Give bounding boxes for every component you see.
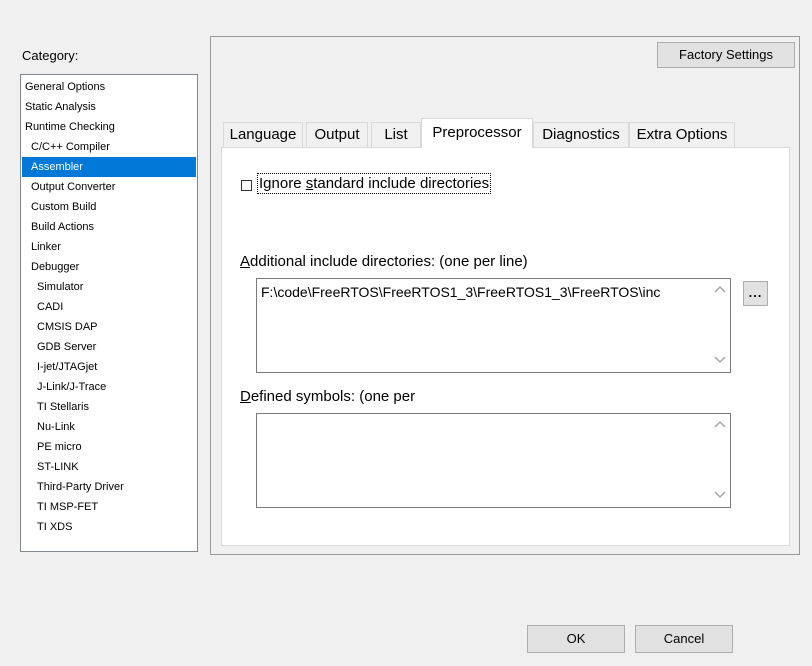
tab-extra-options[interactable]: Extra Options	[629, 122, 735, 147]
ignore-standard-include-checkbox[interactable]	[241, 180, 252, 191]
category-item-label: J-Link/J-Trace	[37, 381, 107, 393]
category-item[interactable]: Linker	[22, 237, 196, 257]
category-item-label: TI XDS	[37, 521, 73, 533]
category-item-label: TI Stellaris	[37, 401, 89, 413]
tab-preprocessor[interactable]: Preprocessor	[421, 118, 533, 148]
category-item-label: Linker	[31, 241, 61, 253]
category-item[interactable]: Output Converter	[22, 177, 196, 197]
factory-settings-button[interactable]: Factory Settings	[657, 42, 795, 68]
category-item-label: Assembler	[31, 161, 83, 173]
category-item-label: General Options	[25, 81, 106, 93]
additional-include-textarea[interactable]: F:\code\FreeRTOS\FreeRTOS1_3\FreeRTOS1_3…	[256, 278, 731, 373]
category-item-label: Simulator	[37, 281, 84, 293]
category-item-label: CADI	[37, 301, 64, 313]
ignore-label-suffix: tandard include directories	[313, 175, 490, 192]
category-item-label: Custom Build	[31, 201, 97, 213]
category-item[interactable]: Debugger	[22, 257, 196, 277]
category-label: Category:	[22, 48, 79, 63]
ignore-label-prefix: Ignore	[259, 175, 306, 192]
defined-symbols-label: Defined symbols: (one per	[240, 388, 415, 405]
category-item[interactable]: TI MSP-FET	[22, 497, 196, 517]
category-item-label: Build Actions	[31, 221, 94, 233]
category-item[interactable]: Simulator	[22, 277, 196, 297]
ok-button[interactable]: OK	[527, 625, 625, 653]
tab-output[interactable]: Output	[306, 122, 368, 147]
category-item[interactable]: C/C++ Compiler	[22, 137, 196, 157]
additional-include-label: Additional include directories: (one per…	[240, 253, 528, 270]
category-item-label: PE micro	[37, 441, 82, 453]
defined-symbols-textarea[interactable]	[256, 413, 731, 508]
chevron-up-icon[interactable]	[714, 285, 726, 295]
tab-diagnostics[interactable]: Diagnostics	[533, 122, 629, 147]
category-item-label: I-jet/JTAGjet	[37, 361, 98, 373]
category-item[interactable]: Static Analysis	[22, 97, 196, 117]
category-item-label: Debugger	[31, 261, 80, 273]
browse-include-button[interactable]: ...	[743, 281, 768, 306]
cancel-button[interactable]: Cancel	[635, 625, 733, 653]
category-item-label: CMSIS DAP	[37, 321, 98, 333]
chevron-up-icon[interactable]	[714, 420, 726, 430]
defined-symbols-accel: D	[240, 388, 251, 405]
category-item[interactable]: Custom Build	[22, 197, 196, 217]
category-item-label: Output Converter	[31, 181, 116, 193]
category-item-label: TI MSP-FET	[37, 501, 99, 513]
category-item[interactable]: Third-Party Driver	[22, 477, 196, 497]
category-item-label: Runtime Checking	[25, 121, 115, 133]
category-item[interactable]: GDB Server	[22, 337, 196, 357]
category-item[interactable]: Runtime Checking	[22, 117, 196, 137]
category-item[interactable]: ST-LINK	[22, 457, 196, 477]
category-item-label: Third-Party Driver	[37, 481, 124, 493]
tab-list[interactable]: List	[371, 122, 421, 147]
additional-include-label-text: dditional include directories: (one per …	[250, 253, 528, 270]
tab-language[interactable]: Language	[223, 122, 303, 147]
category-item-label: Static Analysis	[25, 101, 96, 113]
defined-symbols-label-text: efined symbols: (one per	[250, 388, 416, 405]
category-item[interactable]: PE micro	[22, 437, 196, 457]
category-item[interactable]: General Options	[22, 77, 196, 97]
category-list[interactable]: General Options Static Analysis Runtime Ch…	[20, 74, 198, 552]
ignore-standard-include-label[interactable]: Ignore standard include directories	[257, 173, 492, 194]
chevron-down-icon[interactable]	[714, 491, 726, 501]
category-item[interactable]: Assembler	[22, 157, 196, 177]
category-item[interactable]: Nu-Link	[22, 417, 196, 437]
category-item-label: C/C++ Compiler	[31, 141, 110, 153]
category-item[interactable]: CADI	[22, 297, 196, 317]
category-item[interactable]: Build Actions	[22, 217, 196, 237]
category-item[interactable]: I-jet/JTAGjet	[22, 357, 196, 377]
category-item-label: GDB Server	[37, 341, 97, 353]
category-item[interactable]: TI XDS	[22, 517, 196, 537]
category-item[interactable]: TI Stellaris	[22, 397, 196, 417]
additional-include-value: F:\code\FreeRTOS\FreeRTOS1_3\FreeRTOS1_3…	[261, 284, 661, 300]
chevron-down-icon[interactable]	[714, 356, 726, 366]
category-item-label: ST-LINK	[37, 461, 79, 473]
additional-include-accel: A	[240, 253, 251, 270]
category-item[interactable]: CMSIS DAP	[22, 317, 196, 337]
category-item-label: Nu-Link	[37, 421, 75, 433]
category-item[interactable]: J-Link/J-Trace	[22, 377, 196, 397]
